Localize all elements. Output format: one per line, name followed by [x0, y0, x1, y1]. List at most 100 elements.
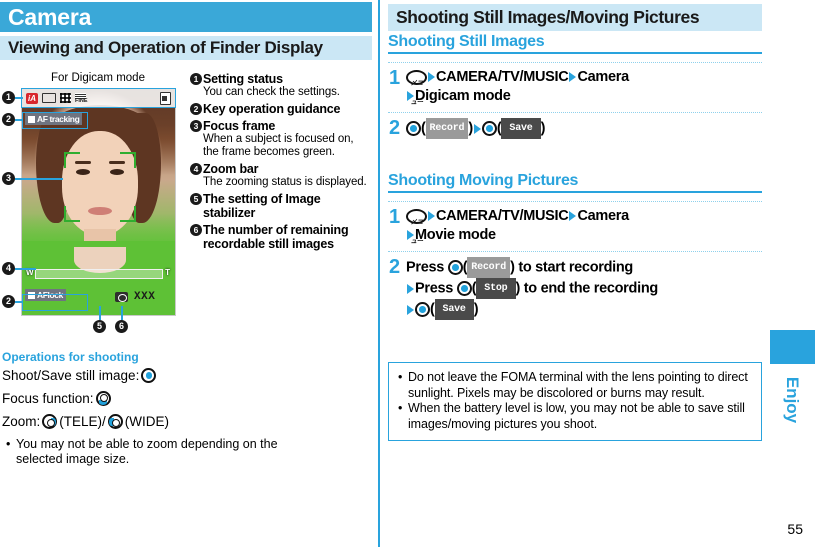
still-step-1-part1: CAMERA/TV/MUSIC: [436, 69, 569, 85]
explanation-body-1: You can check the settings.: [203, 86, 340, 98]
heading-shooting-moving-pictures: Shooting Moving Pictures: [388, 172, 762, 193]
moving-step-2-body: Press (Record) to start recording Press …: [406, 257, 658, 320]
leader-2a: [15, 119, 23, 121]
still-step-1: 1 メニュー CAMERA/TV/MUSIC Camera Digicam mode: [388, 68, 762, 106]
explanation-body-4: The zooming status is displayed.: [203, 176, 367, 188]
caution-note-box: Do not leave the FOMA terminal with the …: [388, 362, 762, 441]
zoom-bar: W T: [26, 268, 170, 279]
stop-chip: Stop: [476, 278, 516, 299]
still-step-2: 2 (Record)(Save): [388, 118, 762, 139]
save-chip-1: Save: [501, 118, 541, 139]
step-divider-1: [388, 62, 762, 63]
still-step-1-part3: Digicam mode: [415, 88, 511, 104]
left-key-icon[interactable]: [107, 414, 123, 429]
left-column: Camera Viewing and Operation of Finder D…: [0, 0, 378, 547]
center-key-icon-stop[interactable]: [456, 281, 472, 296]
step-divider-4: [388, 251, 762, 252]
moving-step-2-number: 2: [388, 256, 401, 278]
operation-shoot-row: Shoot/Save still image:: [2, 368, 157, 383]
highlight-af-lock: [22, 294, 88, 311]
explanation-item-1: 1 Setting status You can check the setti…: [190, 72, 370, 99]
callout-1: 1: [2, 91, 15, 104]
arrow-icon-9: [407, 304, 414, 315]
moving-step-1-number: 1: [388, 206, 401, 228]
explanation-title-5: The setting of Image stabilizer: [203, 192, 321, 220]
explanation-item-4: 4 Zoom bar The zooming status is display…: [190, 162, 370, 189]
callout-5: 5: [93, 320, 106, 333]
still-step-1-part2: Camera: [577, 69, 629, 85]
arrow-icon-4: [473, 123, 481, 134]
chapter-title: Camera: [0, 2, 372, 32]
highlight-af-tracking: [22, 112, 88, 129]
operations-heading: Operations for shooting: [2, 350, 139, 364]
menu-key-icon-2[interactable]: メニュー: [406, 208, 427, 245]
leader-6: [121, 306, 123, 320]
leader-3: [15, 178, 63, 180]
moving-step-1-part3: Movie mode: [415, 227, 496, 243]
explanation-num-2: 2: [190, 103, 202, 115]
save-chip-2: Save: [434, 299, 474, 320]
moving-step-2-pre2: Press: [415, 280, 454, 297]
leader-2b: [15, 301, 23, 303]
menu-key-icon[interactable]: メニュー: [406, 69, 427, 106]
section-tab-block: [770, 330, 815, 364]
explanation-item-3: 3 Focus frame When a subject is focused …: [190, 119, 370, 159]
moving-step-1: 1 メニュー CAMERA/TV/MUSIC Camera Movie mode: [388, 207, 762, 245]
moving-step-1-part1: CAMERA/TV/MUSIC: [436, 208, 569, 224]
arrow-icon-1: [428, 72, 435, 83]
callout-2b: 2: [2, 295, 15, 308]
leader-1: [15, 97, 23, 99]
center-key-icon[interactable]: [141, 368, 157, 383]
center-key-icon-save2[interactable]: [415, 302, 430, 317]
leader-4: [15, 268, 36, 270]
explanation-item-2: 2 Key operation guidance: [190, 102, 370, 116]
leader-5: [99, 306, 101, 320]
operations-note: • You may not be able to zoom depending …: [6, 437, 326, 467]
figure-caption: For Digicam mode: [51, 72, 145, 84]
callout-2a: 2: [2, 113, 15, 126]
focus-corner-bl: [64, 206, 80, 222]
explanation-num-5: 5: [190, 193, 202, 205]
up-key-icon[interactable]: [95, 391, 111, 406]
remaining-shots-count: XXX: [134, 291, 156, 303]
explanation-item-5: 5 The setting of Image stabilizer: [190, 192, 370, 220]
arrow-icon-8: [407, 283, 414, 294]
explanation-title-3: Focus frame: [203, 119, 276, 133]
center-key-icon-save[interactable]: [481, 121, 497, 136]
right-key-icon[interactable]: [42, 414, 58, 429]
operation-wide-text: (WIDE): [124, 414, 170, 429]
still-step-1-number: 1: [388, 67, 401, 89]
callout-6: 6: [115, 320, 128, 333]
still-step-2-body: (Record)(Save): [406, 118, 545, 139]
operation-tele-text: (TELE)/: [59, 414, 106, 429]
operation-zoom-label: Zoom:: [2, 414, 41, 429]
bullet-dot: •: [6, 437, 11, 451]
explanation-title-4: Zoom bar: [203, 162, 259, 176]
arrow-icon-5: [428, 211, 435, 222]
still-step-1-body: メニュー CAMERA/TV/MUSIC Camera Digicam mode: [406, 68, 629, 106]
operation-focus-label: Focus function:: [2, 391, 94, 406]
focus-corner-tl: [64, 152, 80, 168]
still-step-2-number: 2: [388, 117, 401, 139]
explanation-item-6: 6 The number of remaining recordable sti…: [190, 223, 370, 251]
note-item-1: Do not leave the FOMA terminal with the …: [397, 370, 753, 401]
operation-focus-row: Focus function:: [2, 391, 111, 406]
moving-step-2-mid1: ) to start recording: [510, 259, 633, 276]
explanation-title-1: Setting status: [203, 72, 283, 86]
callout-4: 4: [2, 262, 15, 275]
operations-note-text: You may not be able to zoom depending on…: [16, 437, 278, 466]
section-title: Viewing and Operation of Finder Display: [0, 36, 372, 60]
focus-corner-tr: [120, 152, 136, 168]
arrow-icon-2: [569, 72, 577, 83]
center-key-icon-record[interactable]: [406, 121, 421, 136]
image-stabilizer-icon: [115, 292, 128, 302]
operation-shoot-label: Shoot/Save still image:: [2, 368, 140, 383]
moving-step-2: 2 Press (Record) to start recording Pres…: [388, 257, 762, 320]
highlight-status-bar: [21, 88, 176, 108]
center-key-icon-rec2[interactable]: [447, 260, 463, 275]
step-divider-3: [388, 201, 762, 202]
column-divider: [378, 0, 380, 547]
note-item-2: When the battery level is low, you may n…: [397, 401, 753, 432]
explanation-num-4: 4: [190, 163, 202, 175]
explanation-num-1: 1: [190, 73, 202, 85]
